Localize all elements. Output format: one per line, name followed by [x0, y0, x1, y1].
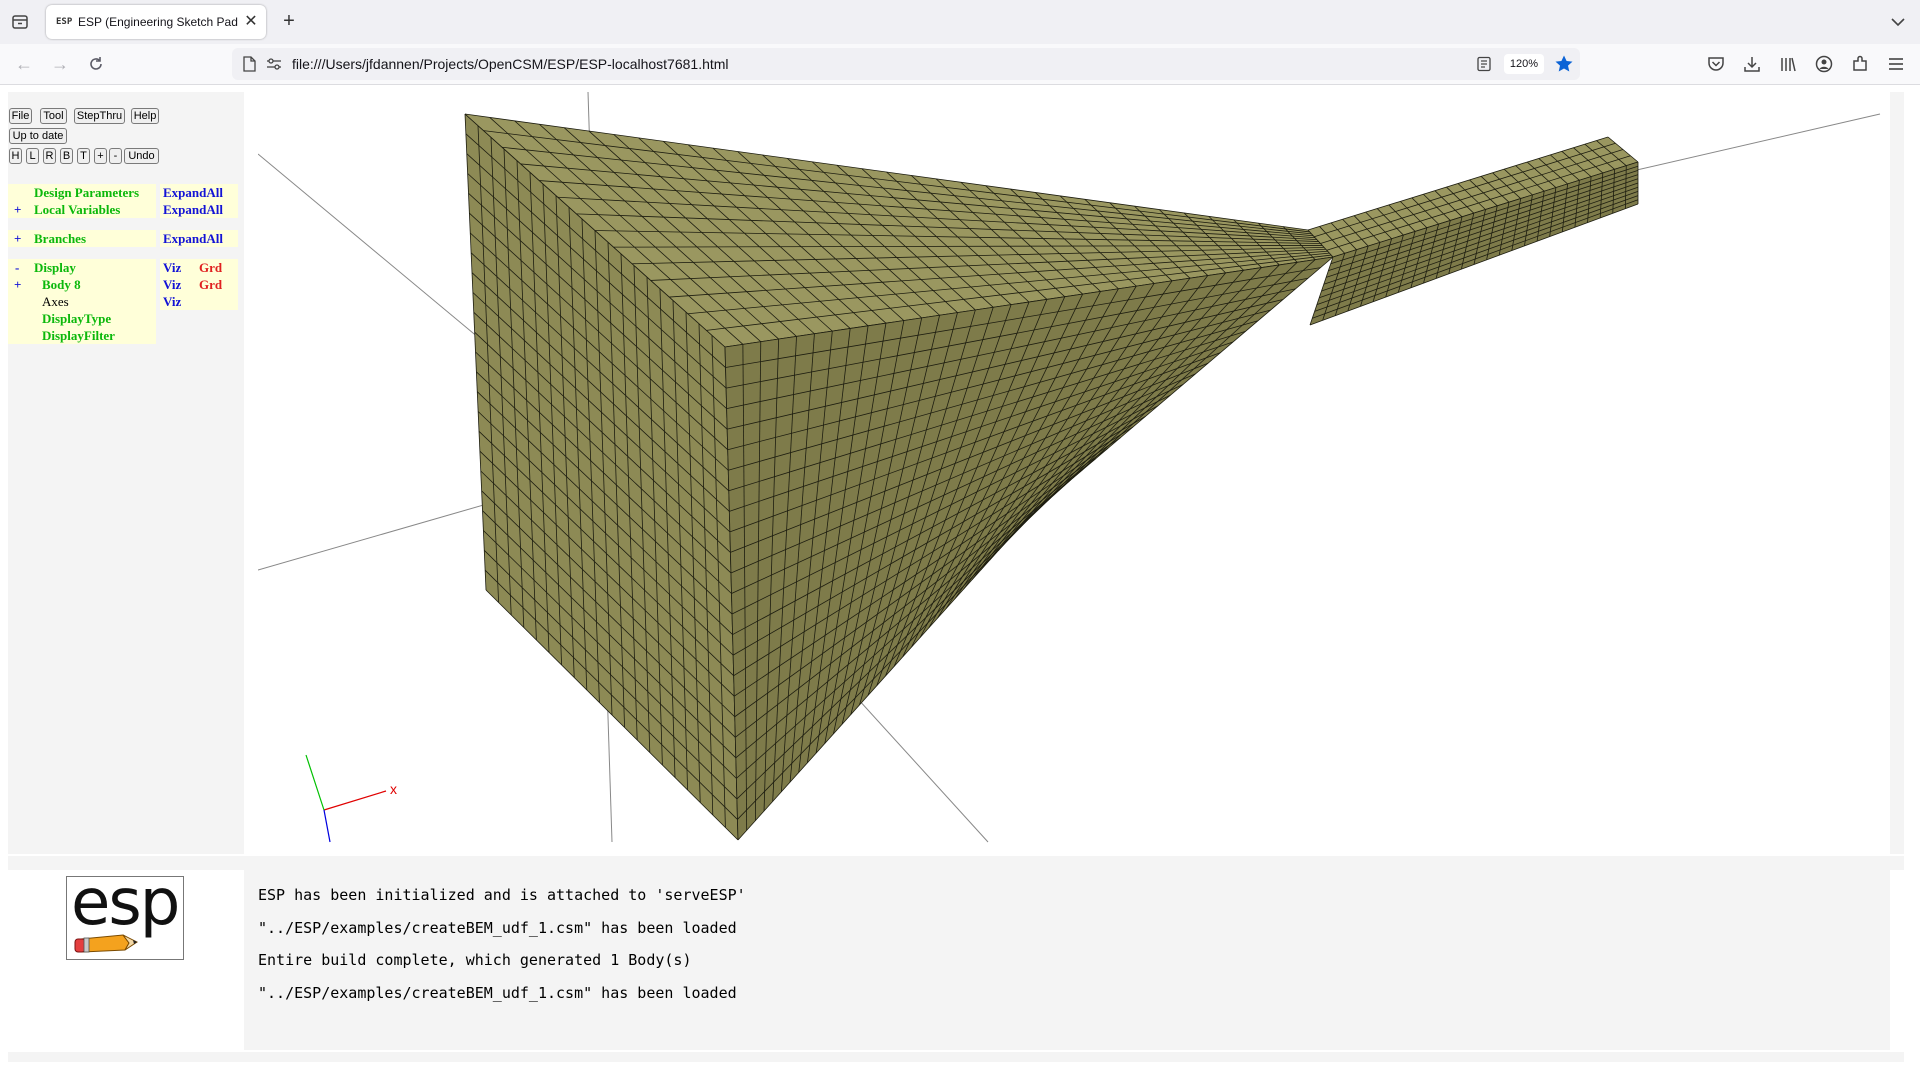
graphics-viewport[interactable]: x: [258, 92, 1890, 854]
display-label[interactable]: Display: [34, 259, 76, 276]
tree-row-design-parameters: Design Parameters ExpandAll: [8, 184, 244, 201]
expand-branches[interactable]: +: [14, 230, 21, 247]
expand-local-variables[interactable]: +: [14, 201, 21, 218]
navigation-bar: ← → file:///Users/jfdannen/Projects/Open…: [0, 44, 1920, 85]
menu-icon[interactable]: [1886, 54, 1906, 74]
extensions-icon[interactable]: [1850, 54, 1870, 74]
message-window: ESP has been initialized and is attached…: [258, 870, 1890, 1050]
display-type-label[interactable]: DisplayType: [42, 310, 111, 327]
body-label[interactable]: Body 8: [42, 276, 81, 293]
display-viz-toggle[interactable]: Viz: [163, 259, 181, 276]
display-filter-label[interactable]: DisplayFilter: [42, 327, 115, 344]
tab-title: ESP (Engineering Sketch Pad, V: [78, 15, 238, 29]
zoom-level-badge[interactable]: 120%: [1504, 54, 1544, 74]
tree-row-display-filter: DisplayFilter: [8, 327, 244, 344]
tree-row-axes: Axes Viz: [8, 293, 244, 310]
undo-button[interactable]: Undo: [124, 148, 159, 164]
local-variables-label[interactable]: Local Variables: [34, 201, 120, 218]
tree-row-display: - Display Viz Grd: [8, 259, 244, 276]
permissions-icon[interactable]: [266, 57, 282, 71]
bottom-divider: [8, 1052, 1904, 1062]
x-axis-triad: [323, 790, 387, 811]
reload-icon[interactable]: [86, 54, 106, 74]
view-bottom-button[interactable]: B: [60, 148, 73, 164]
branches-label[interactable]: Branches: [34, 230, 86, 247]
mesh-scene[interactable]: x: [258, 92, 1890, 854]
url-text[interactable]: file:///Users/jfdannen/Projects/OpenCSM/…: [292, 56, 1192, 72]
downloads-icon[interactable]: [1742, 54, 1762, 74]
viewer-scrollbar[interactable]: [1890, 92, 1904, 854]
zoom-in-button[interactable]: +: [94, 148, 107, 164]
browser-tab[interactable]: ESP ESP (Engineering Sketch Pad, V ✕: [46, 5, 266, 39]
vertical-divider[interactable]: [244, 870, 258, 1050]
esp-logo: esp: [66, 871, 184, 960]
message-line: ESP has been initialized and is attached…: [258, 886, 746, 904]
body-viz-toggle[interactable]: Viz: [163, 276, 181, 293]
tree-row-local-variables: + Local Variables ExpandAll: [8, 201, 244, 218]
pocket-icon[interactable]: [1706, 54, 1726, 74]
bookmark-star-icon[interactable]: [1554, 54, 1574, 74]
page-icon: [243, 56, 256, 72]
account-icon[interactable]: [1814, 54, 1834, 74]
x-axis-label: x: [390, 781, 397, 797]
library-icon[interactable]: [1778, 54, 1798, 74]
close-tab-icon[interactable]: ✕: [242, 13, 260, 31]
design-parameters-label[interactable]: Design Parameters: [34, 184, 139, 201]
forward-arrow-icon[interactable]: →: [50, 54, 70, 74]
display-grd-toggle[interactable]: Grd: [199, 259, 222, 276]
tool-button[interactable]: Tool: [40, 108, 67, 124]
tab-list-icon[interactable]: [10, 12, 30, 32]
back-arrow-icon[interactable]: ←: [14, 54, 34, 74]
esp-favicon-icon: ESP: [56, 17, 73, 27]
message-line: Entire build complete, which generated 1…: [258, 951, 692, 969]
view-home-button[interactable]: H: [9, 148, 22, 164]
z-axis-triad: [323, 809, 331, 843]
new-tab-button[interactable]: +: [278, 10, 300, 32]
message-line: "../ESP/examples/createBEM_udf_1.csm" ha…: [258, 919, 737, 937]
up-to-date-button[interactable]: Up to date: [9, 128, 67, 144]
chevron-down-icon[interactable]: [1888, 12, 1908, 32]
tree-row-body: + Body 8 Viz Grd: [8, 276, 244, 293]
url-bar[interactable]: file:///Users/jfdannen/Projects/OpenCSM/…: [232, 48, 1580, 80]
help-button[interactable]: Help: [131, 108, 159, 124]
expand-all-design-parameters[interactable]: ExpandAll: [163, 184, 223, 201]
file-button[interactable]: File: [9, 108, 32, 124]
pencil-icon: [74, 934, 138, 953]
y-axis-triad: [305, 754, 325, 811]
body-grd-toggle[interactable]: Grd: [199, 276, 222, 293]
expand-body[interactable]: +: [14, 276, 21, 293]
tree-row-branches: + Branches ExpandAll: [8, 230, 244, 247]
expand-all-branches[interactable]: ExpandAll: [163, 230, 223, 247]
tab-bar: ESP ESP (Engineering Sketch Pad, V ✕ +: [0, 0, 1920, 44]
zoom-out-button[interactable]: -: [109, 148, 122, 164]
left-panel: File Tool StepThru Help Up to date H L R…: [8, 92, 244, 854]
collapse-display[interactable]: -: [15, 259, 19, 276]
esp-logo-text: esp: [71, 866, 180, 940]
horizontal-divider[interactable]: [8, 856, 1904, 870]
axis-line-horizontal-right: [1627, 113, 1881, 173]
expand-all-local-variables[interactable]: ExpandAll: [163, 201, 223, 218]
view-left-button[interactable]: L: [26, 148, 39, 164]
tree-row-display-type: DisplayType: [8, 310, 244, 327]
view-right-button[interactable]: R: [43, 148, 56, 164]
axes-viz-toggle[interactable]: Viz: [163, 293, 181, 310]
reader-view-icon[interactable]: [1476, 56, 1492, 72]
stepthru-button[interactable]: StepThru: [74, 108, 125, 124]
message-line: "../ESP/examples/createBEM_udf_1.csm" ha…: [258, 984, 737, 1002]
view-top-button[interactable]: T: [77, 148, 90, 164]
axes-label: Axes: [42, 294, 69, 309]
